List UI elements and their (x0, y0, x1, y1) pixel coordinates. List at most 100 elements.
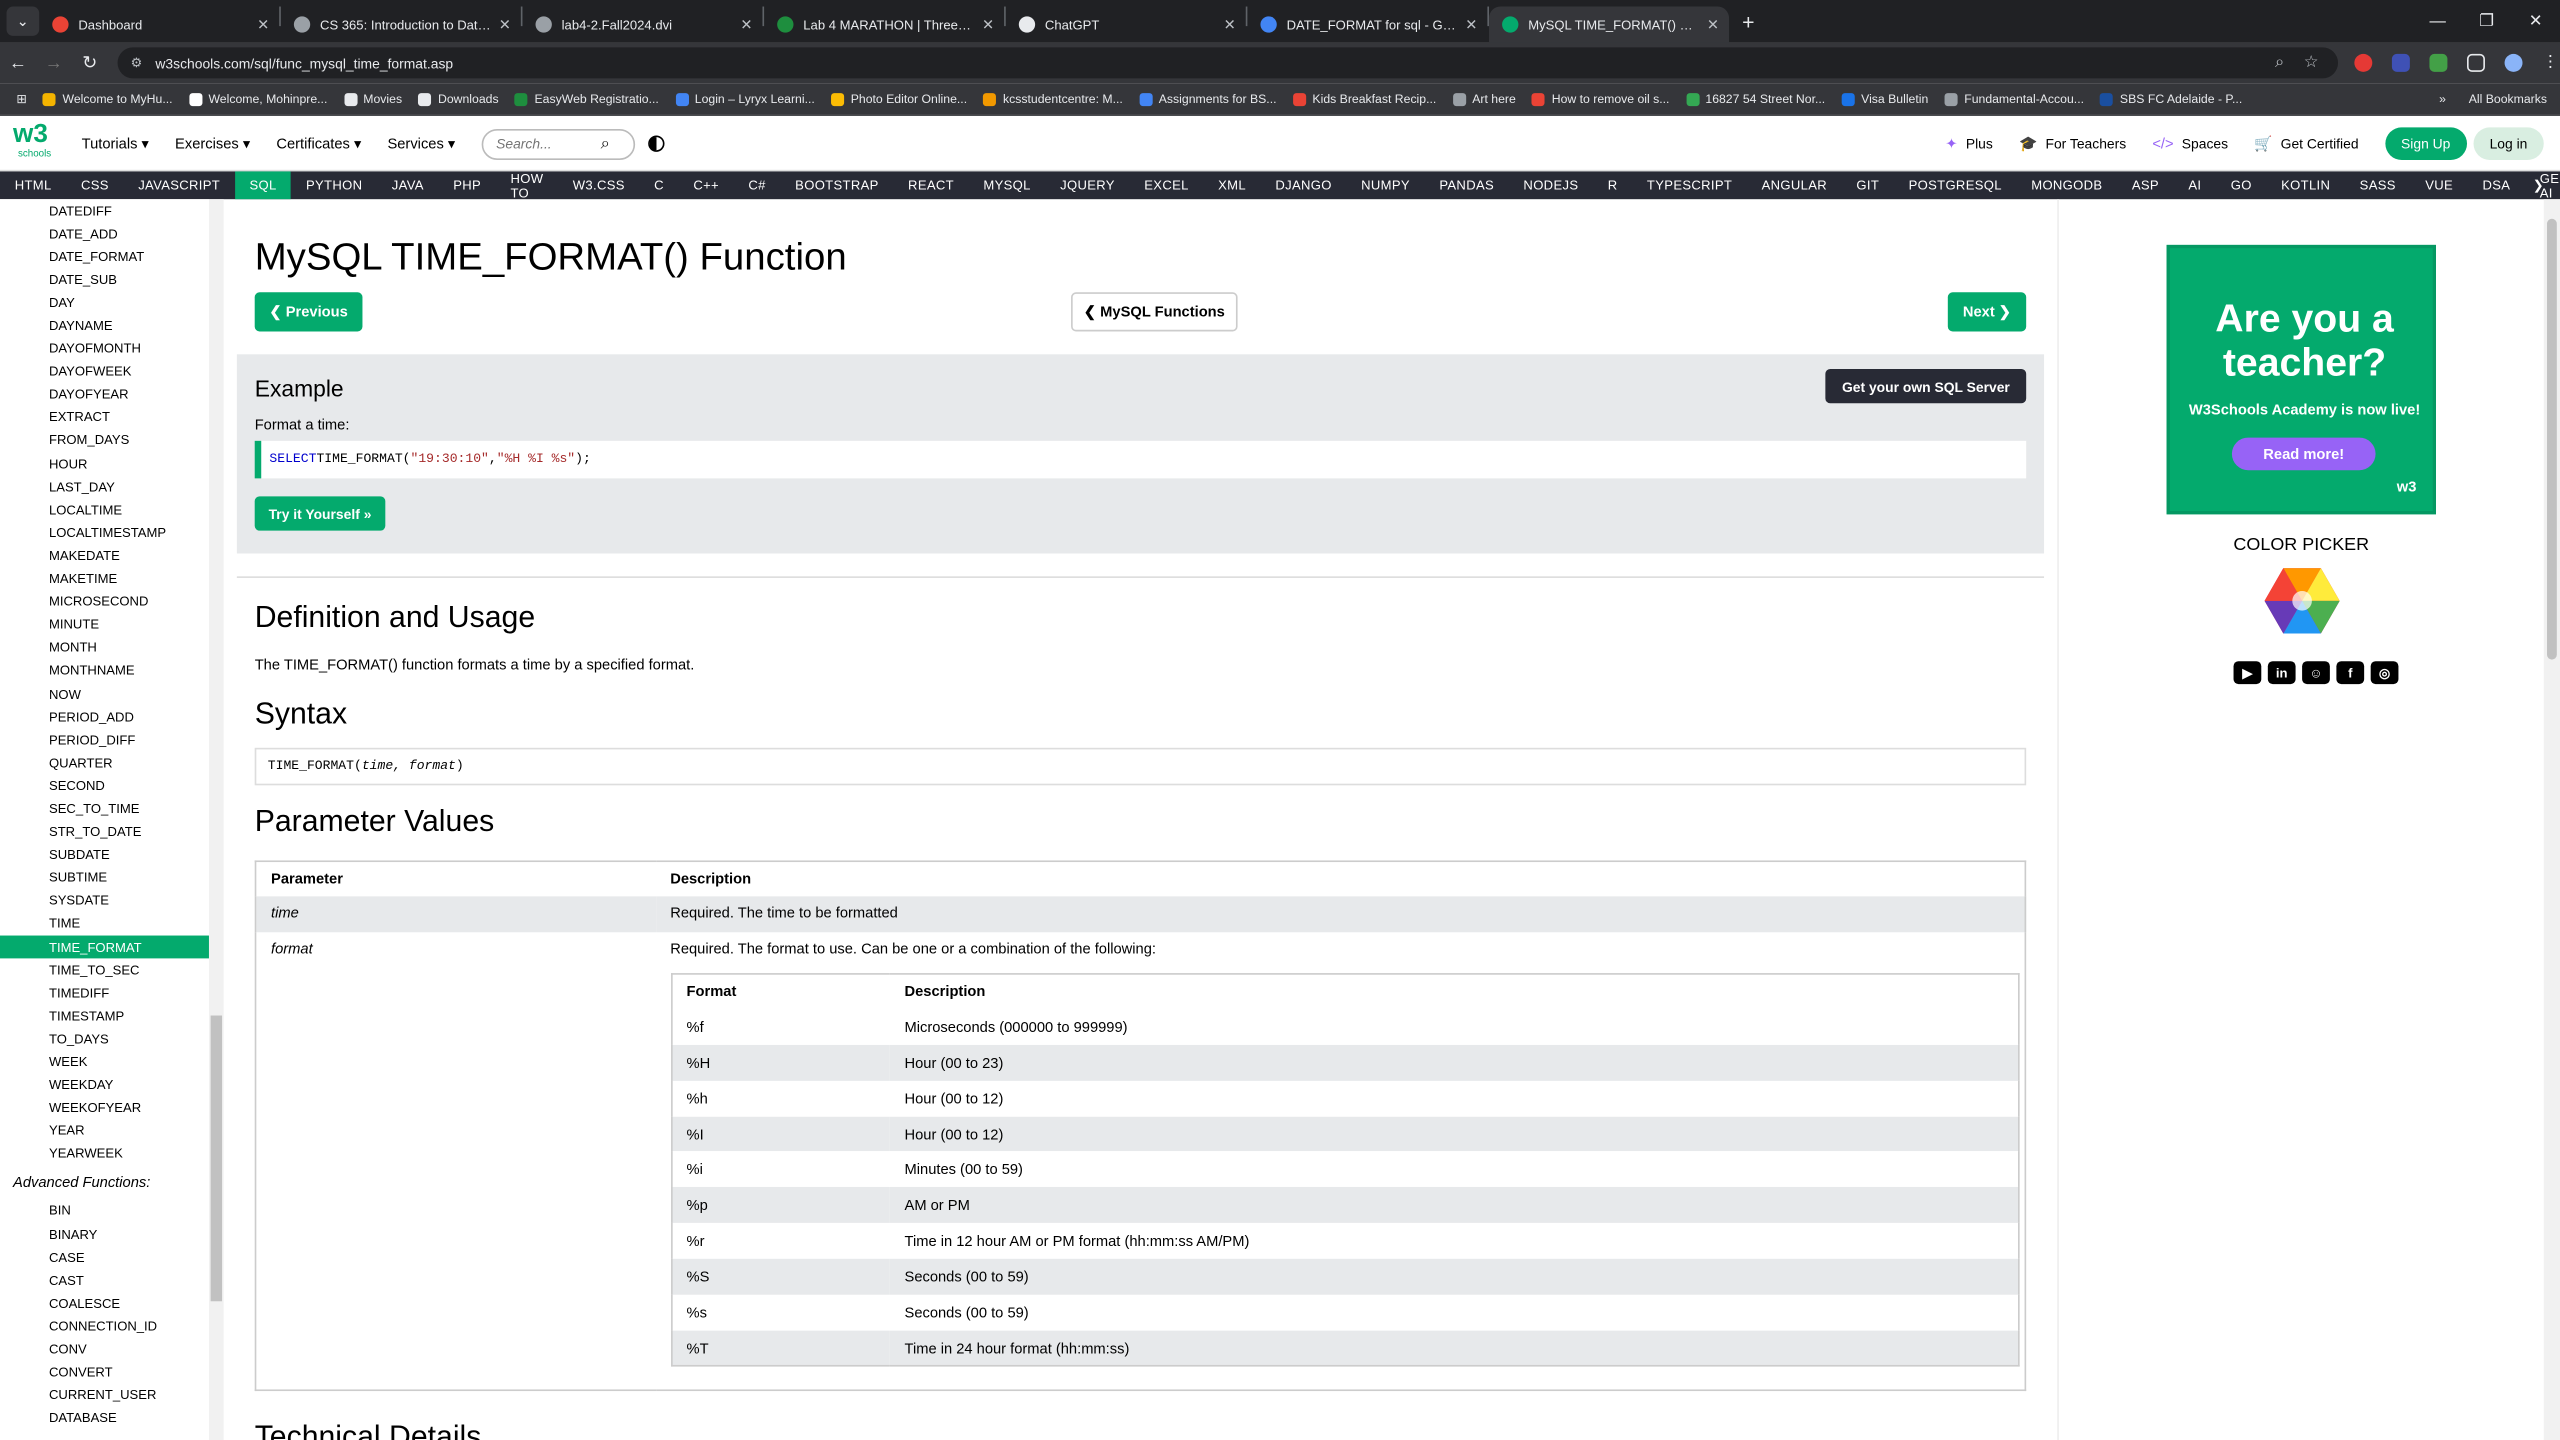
header-link-spaces[interactable]: </> Spaces (2152, 135, 2228, 153)
sidebar-item-convert[interactable]: CONVERT (0, 1361, 209, 1384)
zoom-icon[interactable]: ⌕ (2275, 54, 2284, 72)
page-scroll-thumb[interactable] (2547, 218, 2557, 660)
extension-red-icon[interactable] (2354, 53, 2373, 72)
w3schools-logo[interactable]: w3 schools (13, 122, 62, 164)
sidebar-item-datediff[interactable]: DATEDIFF (0, 199, 209, 222)
sidebar-item-weekday[interactable]: WEEKDAY (0, 1074, 209, 1097)
topnav-item-bootstrap[interactable]: BOOTSTRAP (780, 171, 893, 199)
sidebar-item-week[interactable]: WEEK (0, 1051, 209, 1074)
log-in-button[interactable]: Log in (2473, 127, 2544, 161)
topnav-item-excel[interactable]: EXCEL (1130, 171, 1204, 199)
nav-scroll-right-icon[interactable]: ❯ (2533, 178, 2544, 193)
topnav-item-vue[interactable]: VUE (2411, 171, 2468, 199)
search-input[interactable] (496, 135, 601, 152)
sidebar-item-second[interactable]: SECOND (0, 774, 209, 797)
sign-up-button[interactable]: Sign Up (2384, 127, 2467, 161)
sidebar-item-dayofweek[interactable]: DAYOFWEEK (0, 360, 209, 383)
sidebar-item-to_days[interactable]: TO_DAYS (0, 1028, 209, 1051)
tab-close-icon[interactable]: ✕ (499, 16, 511, 34)
sidebar-item-sec_to_time[interactable]: SEC_TO_TIME (0, 797, 209, 820)
bookmark-item[interactable]: How to remove oil s... (1532, 91, 1669, 106)
sidebar-item-coalesce[interactable]: COALESCE (0, 1292, 209, 1315)
sidebar-item-from_days[interactable]: FROM_DAYS (0, 429, 209, 452)
sidebar-item-date_sub[interactable]: DATE_SUB (0, 268, 209, 291)
bookmark-item[interactable]: Fundamental-Accou... (1944, 91, 2084, 106)
search-field[interactable]: ⌕ (481, 128, 635, 160)
extensions-puzzle-icon[interactable] (2467, 53, 2485, 72)
sidebar-item-subtime[interactable]: SUBTIME (0, 867, 209, 890)
bookmark-item[interactable]: Kids Breakfast Recip... (1292, 91, 1436, 106)
search-icon[interactable]: ⌕ (601, 135, 610, 153)
browser-tab[interactable]: lab4-2.Fall2024.dvi ✕ (522, 7, 762, 43)
try-it-yourself-button[interactable]: Try it Yourself » (254, 496, 386, 531)
topnav-item-r[interactable]: R (1593, 171, 1632, 199)
site-info-icon[interactable]: ⚙ (131, 56, 143, 71)
sidebar-item-sysdate[interactable]: SYSDATE (0, 890, 209, 913)
tab-close-icon[interactable]: ✕ (740, 16, 752, 34)
browser-tab[interactable]: CS 365: Introduction to Databa ✕ (281, 7, 521, 43)
header-menu-certificates[interactable]: Certificates ▾ (276, 135, 361, 153)
previous-button[interactable]: ❮ Previous (254, 292, 363, 332)
tab-close-icon[interactable]: ✕ (1465, 16, 1477, 34)
topnav-item-python[interactable]: PYTHON (291, 171, 377, 199)
sidebar-item-quarter[interactable]: QUARTER (0, 751, 209, 774)
new-tab-button[interactable]: + (1742, 9, 1754, 33)
topnav-item-git[interactable]: GIT (1842, 171, 1894, 199)
browser-tab[interactable]: DATE_FORMAT for sql - Google ✕ (1247, 7, 1487, 43)
sidebar-item-dayname[interactable]: DAYNAME (0, 314, 209, 337)
sidebar-item-year[interactable]: YEAR (0, 1120, 209, 1143)
topnav-item-c-[interactable]: C# (734, 171, 781, 199)
reload-icon[interactable]: ↻ (72, 52, 108, 74)
youtube-icon[interactable]: ▶ (2233, 661, 2262, 685)
all-bookmarks[interactable]: All Bookmarks (2469, 91, 2547, 106)
sidebar-item-case[interactable]: CASE (0, 1246, 209, 1269)
sidebar-item-time[interactable]: TIME (0, 913, 209, 936)
topnav-item-angular[interactable]: ANGULAR (1747, 171, 1842, 199)
header-menu-exercises[interactable]: Exercises ▾ (175, 135, 250, 153)
sidebar-item-period_add[interactable]: PERIOD_ADD (0, 705, 209, 728)
topnav-item-mongodb[interactable]: MONGODB (2017, 171, 2118, 199)
sidebar-item-str_to_date[interactable]: STR_TO_DATE (0, 820, 209, 843)
sidebar-item-hour[interactable]: HOUR (0, 452, 209, 475)
linkedin-icon[interactable]: in (2267, 661, 2296, 685)
next-button[interactable]: Next ❯ (1947, 292, 2027, 332)
topnav-item-css[interactable]: CSS (66, 171, 123, 199)
topnav-item-ai[interactable]: AI (2174, 171, 2216, 199)
bookmark-item[interactable]: SBS FC Adelaide - P... (2100, 91, 2242, 106)
sidebar-item-month[interactable]: MONTH (0, 636, 209, 659)
topnav-item-pandas[interactable]: PANDAS (1425, 171, 1509, 199)
teacher-ad-banner[interactable]: Are you a teacher? W3Schools Academy is … (2166, 244, 2436, 515)
address-bar[interactable]: ⚙ w3schools.com/sql/func_mysql_time_form… (117, 47, 2339, 79)
bookmark-item[interactable]: Downloads (418, 91, 499, 106)
bookmark-item[interactable]: Welcome, Mohinpre... (188, 91, 327, 106)
topnav-item-django[interactable]: DJANGO (1261, 171, 1347, 199)
sidebar-item-now[interactable]: NOW (0, 682, 209, 705)
dark-mode-toggle-icon[interactable] (647, 135, 665, 152)
topnav-item-react[interactable]: REACT (893, 171, 968, 199)
sidebar-item-time_to_sec[interactable]: TIME_TO_SEC (0, 959, 209, 982)
tab-close-icon[interactable]: ✕ (257, 16, 269, 34)
topnav-item-c[interactable]: C (639, 171, 678, 199)
facebook-icon[interactable]: f (2336, 661, 2365, 685)
sidebar-item-cast[interactable]: CAST (0, 1269, 209, 1292)
sidebar-item-monthname[interactable]: MONTHNAME (0, 659, 209, 682)
bookmark-item[interactable]: kcsstudentcentre: M... (983, 91, 1123, 106)
bookmark-item[interactable]: Movies (343, 91, 402, 106)
bookmark-item[interactable]: Art here (1452, 91, 1516, 106)
profile-avatar[interactable] (2504, 53, 2523, 72)
topnav-item-w3-css[interactable]: W3.CSS (558, 171, 639, 199)
header-link-plus[interactable]: ✦ Plus (1945, 135, 1993, 153)
topnav-item-how-to[interactable]: HOW TO (496, 171, 558, 200)
back-icon[interactable]: ← (0, 53, 36, 73)
sidebar-scroll-thumb[interactable] (210, 1015, 223, 1302)
browser-tab[interactable]: ChatGPT ✕ (1006, 7, 1246, 43)
topnav-item-xml[interactable]: XML (1203, 171, 1260, 199)
sidebar-item-yearweek[interactable]: YEARWEEK (0, 1143, 209, 1166)
get-sql-server-button[interactable]: Get your own SQL Server (1825, 368, 2027, 404)
minimize-icon[interactable]: — (2413, 0, 2462, 42)
bookmark-star-icon[interactable]: ☆ (2304, 54, 2319, 72)
discord-icon[interactable]: ☺ (2302, 661, 2330, 685)
sidebar-item-timestamp[interactable]: TIMESTAMP (0, 1005, 209, 1028)
topnav-item-numpy[interactable]: NUMPY (1346, 171, 1424, 199)
sidebar-item-minute[interactable]: MINUTE (0, 613, 209, 636)
